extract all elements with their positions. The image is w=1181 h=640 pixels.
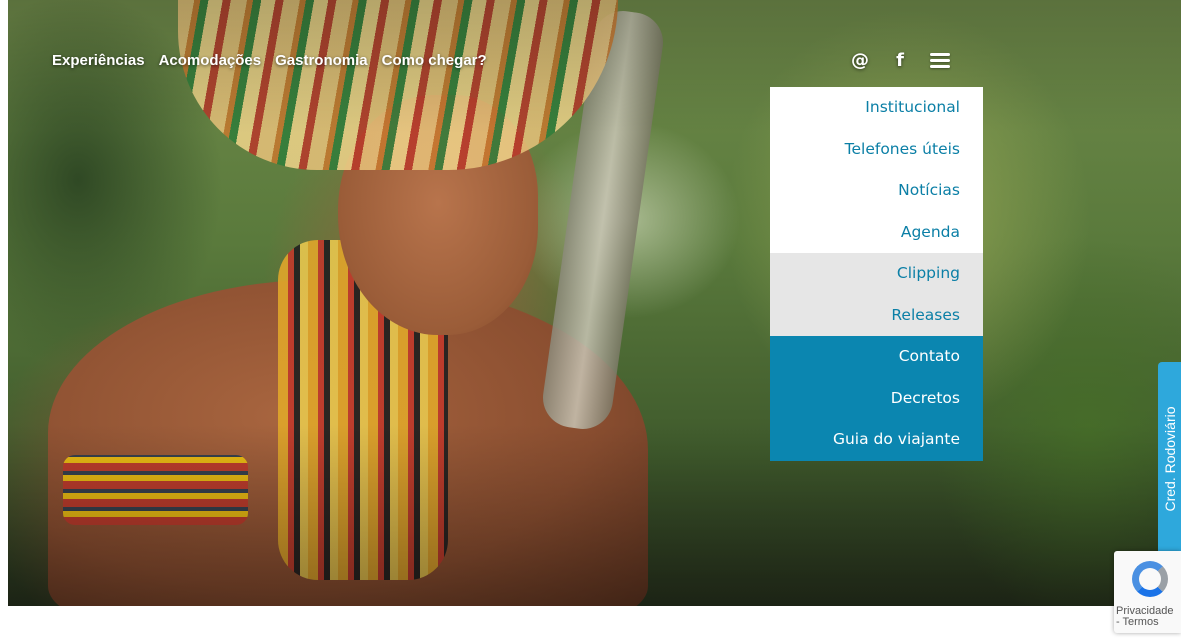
- side-tab-cred-rodoviario[interactable]: Cred. Rodoviário: [1158, 362, 1181, 556]
- menu-item-agenda[interactable]: Agenda: [770, 211, 983, 253]
- nav-link-como-chegar[interactable]: Como chegar?: [382, 52, 487, 69]
- menu-item-decretos[interactable]: Decretos: [770, 377, 983, 419]
- nav-link-acomodacoes[interactable]: Acomodações: [159, 52, 262, 69]
- hero-image: [8, 0, 1181, 606]
- menu-item-guia-do-viajante[interactable]: Guia do viajante: [770, 419, 983, 461]
- recaptcha-icon: [1132, 561, 1168, 597]
- recaptcha-badge[interactable]: Privacidade - Termos: [1114, 551, 1181, 633]
- main-nav: Experiências Acomodações Gastronomia Com…: [52, 52, 487, 69]
- menu-item-clipping[interactable]: Clipping: [770, 253, 983, 295]
- hamburger-icon[interactable]: [930, 53, 950, 68]
- nav-link-experiencias[interactable]: Experiências: [52, 52, 145, 69]
- recaptcha-links[interactable]: Privacidade - Termos: [1116, 606, 1173, 628]
- header-icons: @ f: [850, 50, 950, 71]
- instagram-icon[interactable]: @: [850, 50, 870, 71]
- nav-link-gastronomia[interactable]: Gastronomia: [275, 52, 368, 69]
- hero-shade: [8, 0, 1181, 606]
- menu-item-releases[interactable]: Releases: [770, 294, 983, 336]
- menu-item-contato[interactable]: Contato: [770, 336, 983, 378]
- side-tab-label: Cred. Rodoviário: [1161, 406, 1178, 512]
- dropdown-menu: Institucional Telefones úteis Notícias A…: [770, 87, 983, 461]
- facebook-icon[interactable]: f: [890, 50, 910, 71]
- menu-item-institucional[interactable]: Institucional: [770, 87, 983, 129]
- recaptcha-terms-link[interactable]: - Termos: [1116, 616, 1159, 628]
- menu-item-telefones-uteis[interactable]: Telefones úteis: [770, 128, 983, 170]
- menu-item-noticias[interactable]: Notícias: [770, 170, 983, 212]
